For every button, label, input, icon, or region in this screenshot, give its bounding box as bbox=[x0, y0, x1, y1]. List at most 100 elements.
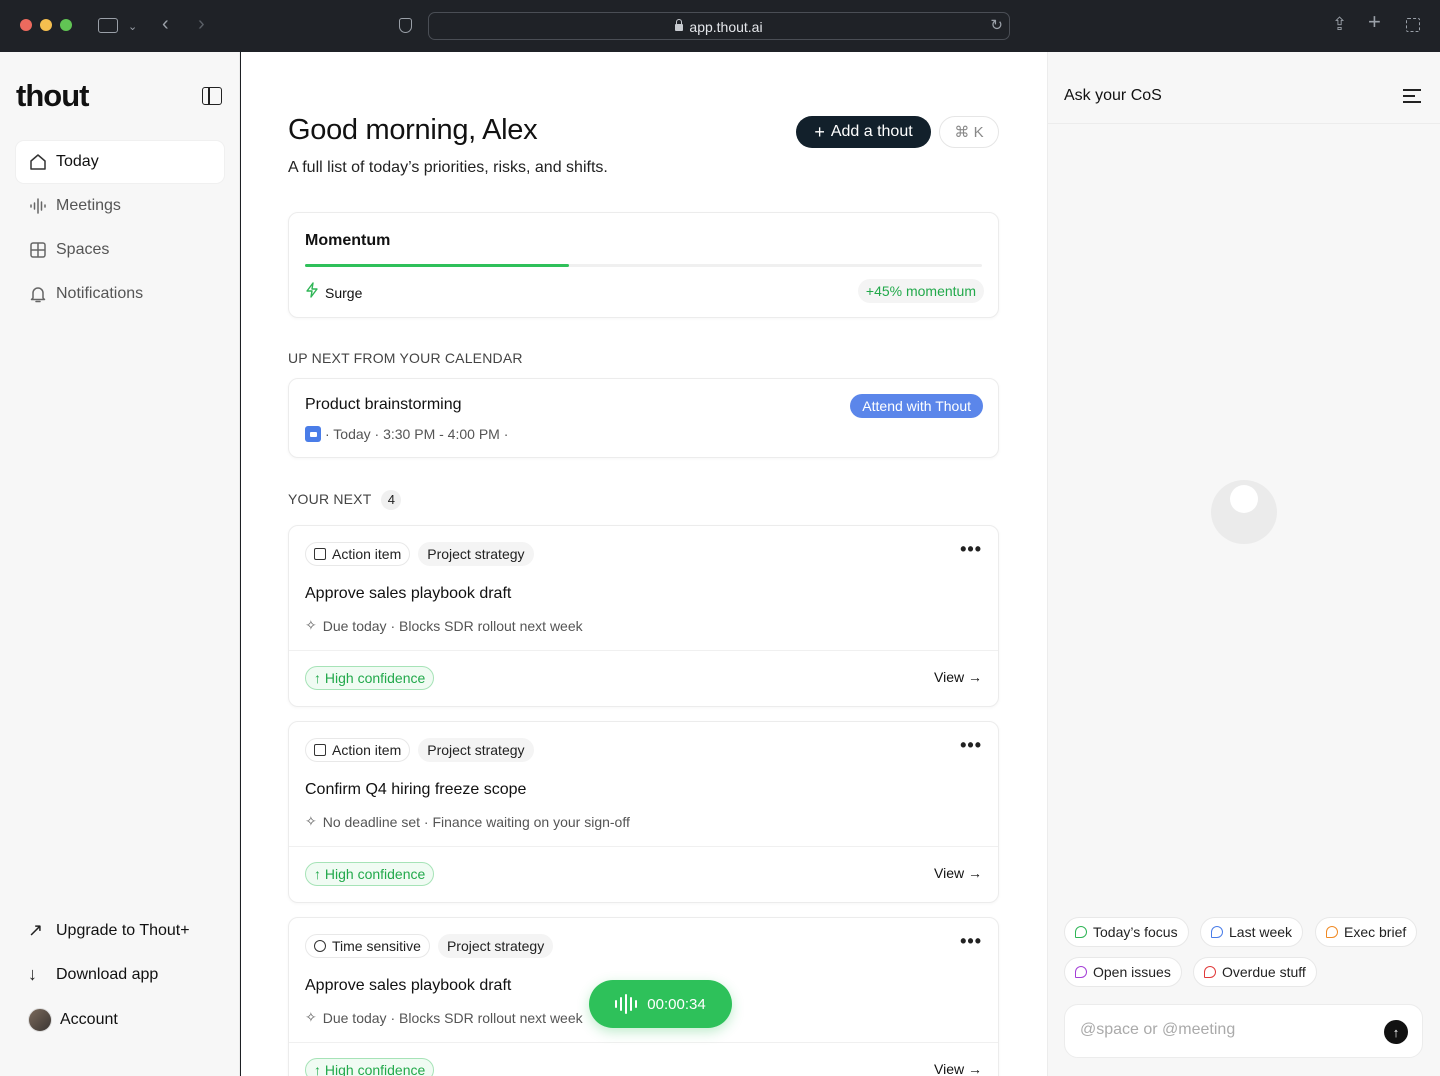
your-next-label: YOUR NEXT bbox=[288, 491, 372, 507]
task-card[interactable]: Action item Project strategy ••• Approve… bbox=[288, 525, 999, 707]
bell-icon bbox=[28, 284, 48, 304]
sidebar-item-label: Meetings bbox=[56, 197, 121, 214]
avatar bbox=[28, 1008, 52, 1032]
new-tab-icon[interactable]: + bbox=[1368, 11, 1381, 33]
sidebar-item-spaces[interactable]: Spaces bbox=[16, 229, 224, 271]
task-type-label: Action item bbox=[332, 742, 402, 758]
sidebar-item-meetings[interactable]: Meetings bbox=[16, 185, 224, 227]
task-title: Approve sales playbook draft bbox=[305, 977, 512, 994]
add-thout-label: Add a thout bbox=[830, 123, 913, 140]
account-link[interactable]: Account bbox=[28, 1008, 118, 1032]
task-meta-text: Due today · Blocks SDR rollout next week bbox=[322, 617, 583, 634]
momentum-progress-fill bbox=[305, 264, 570, 267]
back-icon[interactable]: ‹ bbox=[162, 14, 169, 34]
menu-icon[interactable] bbox=[1403, 89, 1421, 103]
task-meta-text: No deadline set · Finance waiting on you… bbox=[322, 813, 630, 830]
reload-icon[interactable]: ↻ bbox=[990, 18, 1003, 34]
sidebar-item-notifications[interactable]: Notifications bbox=[16, 273, 224, 315]
arrow-up-icon: ↑ bbox=[314, 866, 321, 882]
arrow-down-icon: ↓ bbox=[28, 964, 37, 984]
project-tag: Project strategy bbox=[418, 542, 534, 566]
send-arrow-icon[interactable]: ↑ bbox=[1384, 1020, 1408, 1044]
project-tag: Project strategy bbox=[437, 934, 554, 958]
forward-icon[interactable]: › bbox=[198, 14, 205, 34]
waveform-icon bbox=[28, 196, 48, 216]
prompt-chip-open-issues[interactable]: Open issues bbox=[1064, 957, 1182, 987]
momentum-title: Momentum bbox=[305, 232, 391, 249]
task-title: Confirm Q4 hiring freeze scope bbox=[305, 781, 527, 798]
sidebar-toggle-icon[interactable] bbox=[98, 18, 118, 33]
tab-overview-icon[interactable] bbox=[1406, 18, 1420, 32]
calendar-section-label: UP NEXT FROM YOUR CALENDAR bbox=[288, 350, 523, 366]
main-content: Good morning, Alex A full list of today’… bbox=[241, 52, 1047, 1076]
minimize-window-button[interactable] bbox=[40, 19, 52, 31]
view-link[interactable]: View → bbox=[934, 1061, 982, 1076]
home-icon bbox=[28, 152, 48, 172]
upgrade-link[interactable]: ↗ Upgrade to Thout+ bbox=[28, 920, 190, 941]
empty-state-illustration bbox=[1211, 480, 1277, 544]
view-link[interactable]: View → bbox=[934, 669, 982, 685]
chat-bubble-icon bbox=[1075, 926, 1087, 938]
chip-label: Today’s focus bbox=[1093, 924, 1178, 940]
url-text: app.thout.ai bbox=[689, 19, 763, 35]
attend-with-thout-button[interactable]: Attend with Thout bbox=[850, 394, 983, 418]
chip-label: Open issues bbox=[1093, 964, 1171, 980]
card-divider bbox=[289, 650, 998, 651]
video-call-icon bbox=[305, 426, 321, 442]
confidence-label: High confidence bbox=[324, 1062, 426, 1076]
download-label: Download app bbox=[56, 965, 159, 983]
ask-cos-title: Ask your CoS bbox=[1064, 87, 1162, 104]
sparkle-icon: ✧ bbox=[305, 813, 317, 829]
more-options-icon[interactable]: ••• bbox=[960, 736, 982, 754]
zoom-window-button[interactable] bbox=[60, 19, 72, 31]
chat-input[interactable] bbox=[1080, 1021, 1370, 1039]
view-link[interactable]: View → bbox=[934, 865, 982, 881]
confidence-label: High confidence bbox=[324, 866, 426, 882]
prompt-chip-last-week[interactable]: Last week bbox=[1200, 917, 1304, 947]
prompt-chip-overdue-stuff[interactable]: Overdue stuff bbox=[1193, 957, 1317, 987]
prompt-chip-exec-brief[interactable]: Exec brief bbox=[1315, 917, 1418, 947]
command-palette-shortcut[interactable]: ⌘ K bbox=[939, 116, 999, 148]
sidebar-item-today[interactable]: Today bbox=[16, 141, 224, 183]
copy-icon bbox=[314, 744, 326, 756]
chip-label: Exec brief bbox=[1344, 924, 1407, 940]
chat-input-box: ↑ bbox=[1064, 1004, 1423, 1058]
chip-label: Last week bbox=[1229, 924, 1293, 940]
card-divider bbox=[289, 846, 998, 847]
ask-cos-header: Ask your CoS bbox=[1048, 52, 1440, 124]
address-bar[interactable]: app.thout.ai ↻ bbox=[428, 12, 1010, 40]
task-meta: ✧ Due today · Blocks SDR rollout next wee… bbox=[305, 1009, 583, 1026]
momentum-progress-track bbox=[305, 264, 982, 267]
more-options-icon[interactable]: ••• bbox=[960, 932, 982, 950]
close-window-button[interactable] bbox=[20, 19, 32, 31]
card-divider bbox=[289, 1042, 998, 1043]
arrow-up-right-icon: ↗ bbox=[28, 920, 44, 940]
chat-bubble-icon bbox=[1204, 966, 1216, 978]
share-icon[interactable]: ⇪ bbox=[1332, 15, 1347, 33]
recording-timer-button[interactable]: 00:00:34 bbox=[589, 980, 732, 1028]
prompt-chip-todays-focus[interactable]: Today’s focus bbox=[1064, 917, 1189, 947]
momentum-status-label: Surge bbox=[325, 284, 363, 301]
meeting-title: Product brainstorming bbox=[305, 396, 462, 413]
task-type-tag: Action item bbox=[305, 542, 411, 566]
chevron-down-icon[interactable]: ⌄ bbox=[128, 19, 137, 35]
shield-icon[interactable] bbox=[399, 18, 412, 33]
bolt-icon bbox=[305, 282, 319, 303]
download-app-link[interactable]: ↓ Download app bbox=[28, 964, 158, 985]
sparkle-icon: ✧ bbox=[305, 617, 317, 633]
task-title: Approve sales playbook draft bbox=[305, 585, 512, 602]
arrow-up-icon: ↑ bbox=[314, 1062, 321, 1076]
waveform-icon bbox=[615, 994, 638, 1014]
app-logo[interactable]: thout bbox=[16, 78, 89, 114]
confidence-label: High confidence bbox=[324, 670, 426, 686]
add-thout-button[interactable]: + Add a thout bbox=[796, 116, 931, 148]
sidebar-item-label: Notifications bbox=[56, 285, 144, 302]
ask-cos-panel: Ask your CoS Today’s focus Last week Exe… bbox=[1047, 52, 1440, 1076]
collapse-sidebar-icon[interactable] bbox=[202, 87, 222, 105]
page-subtitle: A full list of today’s priorities, risks… bbox=[288, 159, 608, 176]
task-card[interactable]: Action item Project strategy ••• Confirm… bbox=[288, 721, 999, 903]
task-meta: ✧ No deadline set · Finance waiting on yo… bbox=[305, 813, 630, 830]
more-options-icon[interactable]: ••• bbox=[960, 540, 982, 558]
grid-icon bbox=[28, 240, 48, 260]
meeting-card[interactable]: Product brainstorming · Today · 3:30 PM … bbox=[288, 378, 999, 458]
